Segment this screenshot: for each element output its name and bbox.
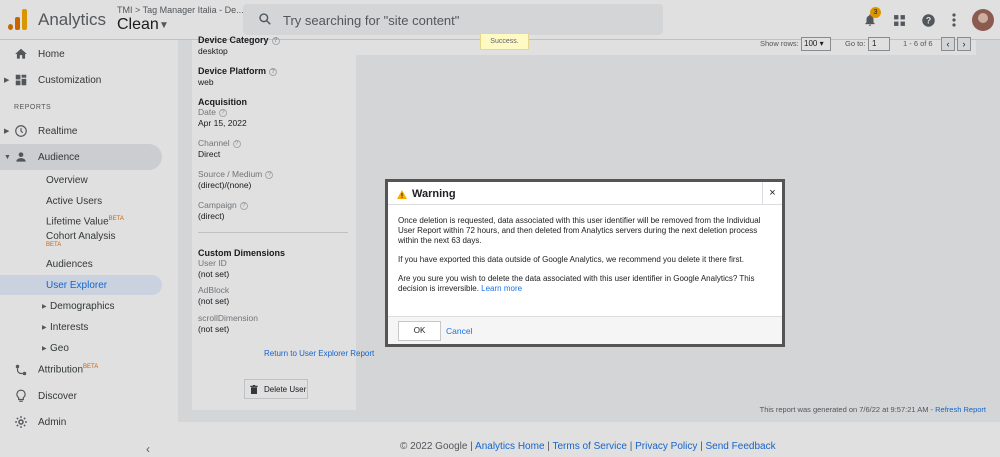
cancel-link[interactable]: Cancel [446, 326, 472, 336]
dialog-paragraph-2: If you have exported this data outside o… [398, 255, 744, 264]
dialog-title: Warning [412, 188, 456, 200]
learn-more-link[interactable]: Learn more [481, 284, 522, 293]
dialog-body: Once deletion is requested, data associa… [398, 216, 778, 303]
warning-dialog: Warning × Once deletion is requested, da… [385, 179, 785, 347]
warning-icon [397, 190, 407, 199]
close-button[interactable]: × [762, 182, 782, 205]
dialog-paragraph-3: Are you sure you wish to delete the data… [398, 274, 755, 293]
dialog-header: Warning × [388, 182, 782, 205]
ok-button[interactable]: OK [398, 321, 441, 341]
dialog-paragraph-1: Once deletion is requested, data associa… [398, 216, 761, 245]
dialog-footer: OK Cancel [388, 316, 782, 344]
success-toast: Success. [480, 33, 529, 50]
